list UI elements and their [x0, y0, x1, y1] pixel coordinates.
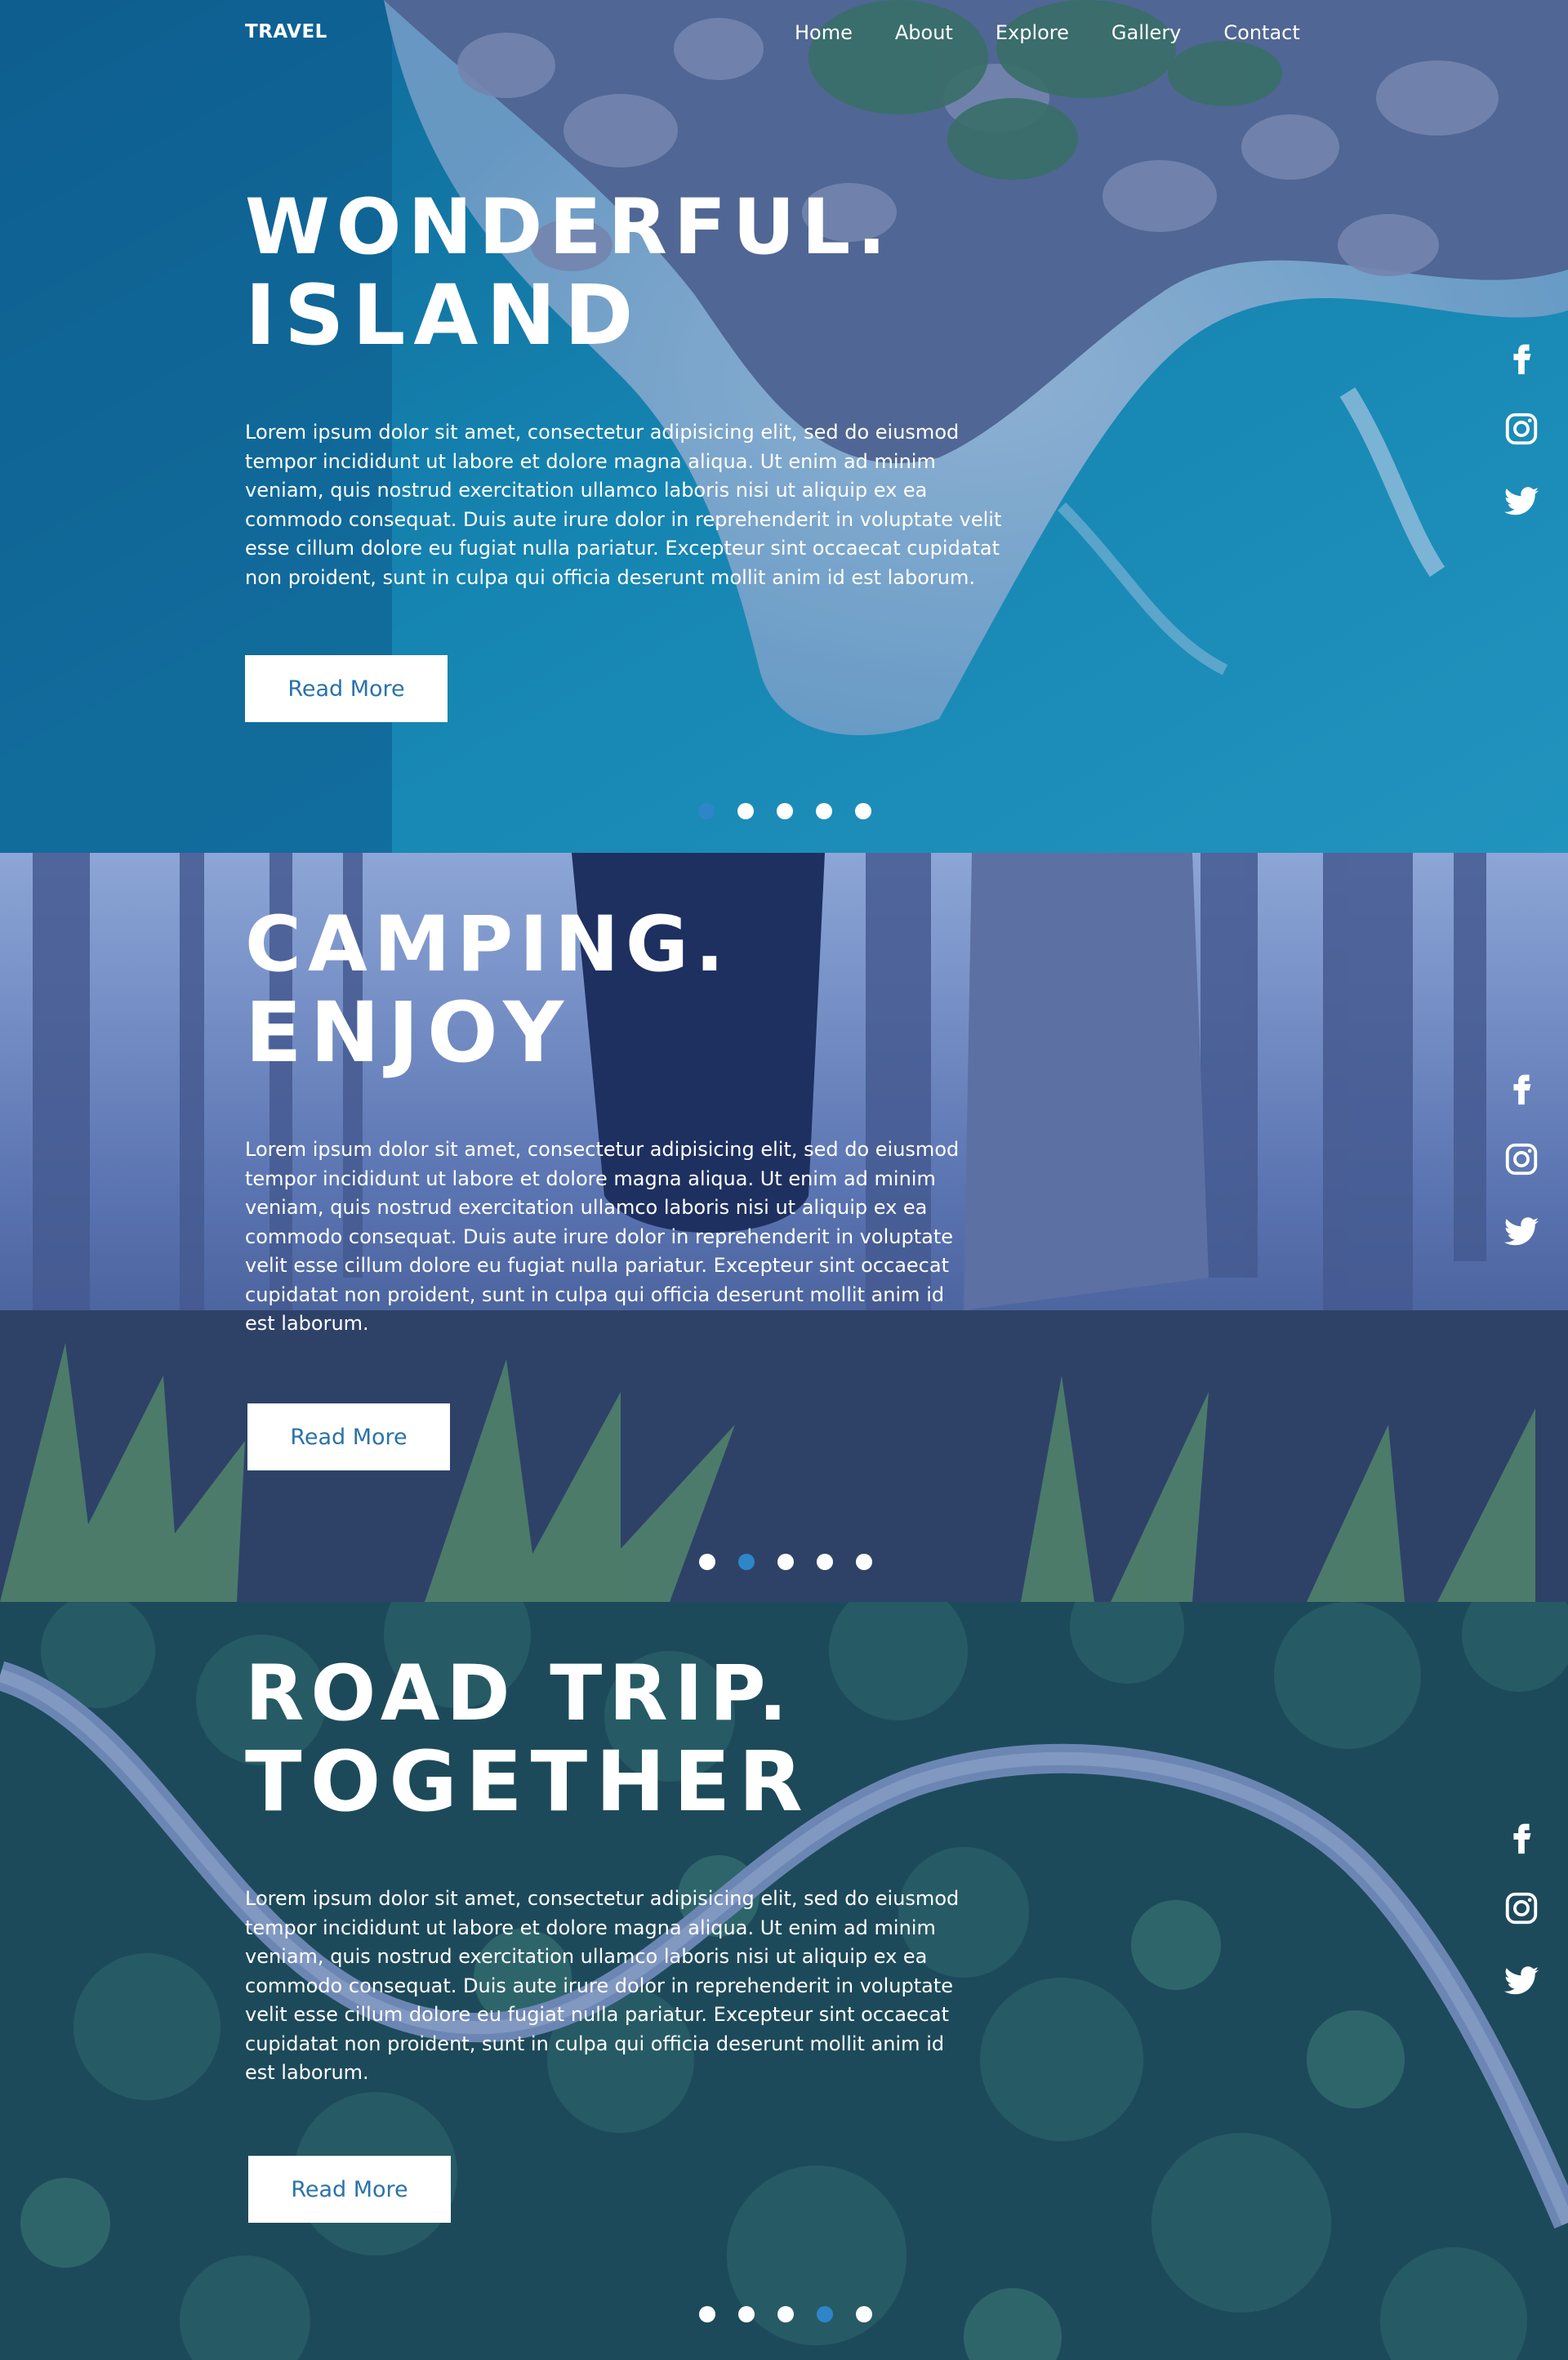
top-navigation: TRAVEL Home About Explore Gallery Contac…: [0, 0, 1568, 65]
twitter-icon[interactable]: [1503, 1961, 1540, 1999]
slide-content: WONDERFUL. ISLAND Lorem ipsum dolor sit …: [245, 190, 1004, 592]
instagram-icon[interactable]: [1503, 1889, 1540, 1927]
twitter-icon[interactable]: [1503, 482, 1540, 520]
instagram-icon[interactable]: [1503, 410, 1540, 448]
slider-dot-1[interactable]: [699, 2306, 715, 2322]
slide-title-line1: WONDERFUL.: [245, 183, 893, 272]
nav-link-explore[interactable]: Explore: [996, 21, 1069, 44]
slider-dots: [699, 1554, 872, 1570]
twitter-icon[interactable]: [1503, 1212, 1540, 1250]
slider-dot-2[interactable]: [738, 1554, 755, 1570]
slider-dot-2[interactable]: [737, 803, 754, 819]
social-links: [1503, 1068, 1544, 1284]
slider-dot-1[interactable]: [698, 803, 715, 819]
hero-slide-roadtrip: ROAD TRIP. TOGETHER Lorem ipsum dolor si…: [0, 1602, 1568, 2360]
social-links: [1503, 338, 1544, 554]
facebook-icon[interactable]: [1503, 1818, 1540, 1855]
nav-link-about[interactable]: About: [895, 21, 953, 44]
read-more-button[interactable]: Read More: [247, 1403, 450, 1470]
slider-dot-2[interactable]: [738, 2306, 755, 2322]
slider-dot-4[interactable]: [817, 1554, 833, 1570]
facebook-icon[interactable]: [1503, 338, 1540, 376]
social-links: [1503, 1818, 1544, 2033]
read-more-button[interactable]: Read More: [248, 2156, 451, 2223]
slider-dot-3[interactable]: [777, 2306, 794, 2322]
read-more-button[interactable]: Read More: [245, 655, 448, 722]
slider-dot-5[interactable]: [856, 2306, 872, 2322]
nav-menu: Home About Explore Gallery Contact: [795, 21, 1343, 44]
slider-dots: [698, 803, 871, 819]
slider-dot-3[interactable]: [777, 1554, 794, 1570]
nav-link-gallery[interactable]: Gallery: [1111, 21, 1181, 44]
slide-title-line1: CAMPING.: [245, 900, 731, 989]
slide-paragraph: Lorem ipsum dolor sit amet, consectetur …: [245, 1138, 960, 1335]
slider-dot-4[interactable]: [817, 2306, 833, 2322]
slide-title-line2: TOGETHER: [245, 1733, 811, 1831]
slider-dots: [699, 2306, 872, 2322]
slider-dot-4[interactable]: [816, 803, 832, 819]
facebook-icon[interactable]: [1503, 1068, 1540, 1106]
hero-slide-island: TRAVEL Home About Explore Gallery Contac…: [0, 0, 1568, 853]
slider-dot-3[interactable]: [777, 803, 793, 819]
slide-paragraph: Lorem ipsum dolor sit amet, consectetur …: [245, 421, 1002, 589]
slider-dot-5[interactable]: [855, 803, 871, 819]
slide-content: CAMPING. ENJOY Lorem ipsum dolor sit ame…: [245, 907, 980, 1339]
slider-dot-1[interactable]: [699, 1554, 715, 1570]
instagram-icon[interactable]: [1503, 1140, 1540, 1178]
slide-title-line1: ROAD TRIP.: [245, 1649, 795, 1738]
site-logo[interactable]: TRAVEL: [245, 21, 327, 42]
slide-content: ROAD TRIP. TOGETHER Lorem ipsum dolor si…: [245, 1656, 980, 2088]
nav-link-home[interactable]: Home: [795, 21, 853, 44]
slider-dot-5[interactable]: [856, 1554, 872, 1570]
slide-paragraph: Lorem ipsum dolor sit amet, consectetur …: [245, 1887, 960, 2084]
slide-title-line2: ENJOY: [245, 984, 572, 1082]
slide-title-line2: ISLAND: [245, 267, 642, 364]
hero-slide-camping: CAMPING. ENJOY Lorem ipsum dolor sit ame…: [0, 853, 1568, 1602]
nav-link-contact[interactable]: Contact: [1223, 21, 1299, 44]
